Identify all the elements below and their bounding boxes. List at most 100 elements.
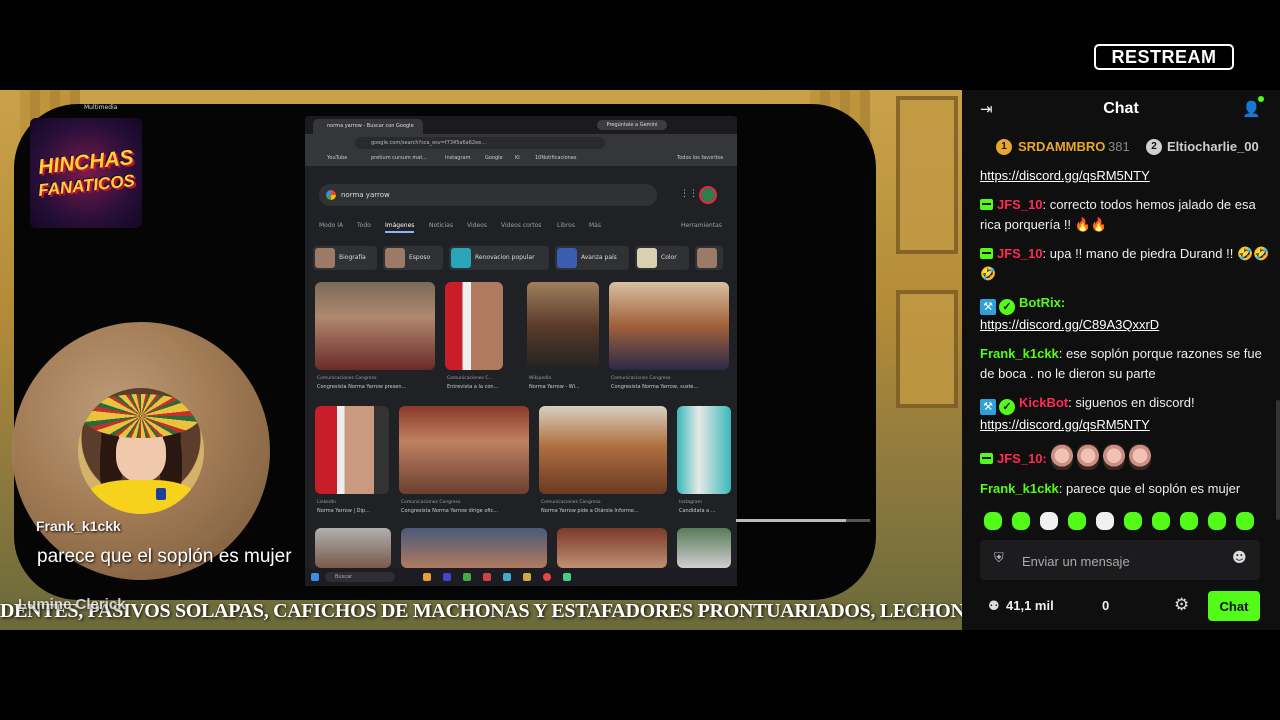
leaderboard-name[interactable]: Eltiocharlie_00 bbox=[1167, 139, 1259, 154]
result-title[interactable]: Congresista Norma Yarrow dirige ofic... bbox=[401, 508, 498, 514]
emote-icon[interactable] bbox=[1068, 512, 1086, 530]
chat-message: JFS_10: correcto todos hemos jalado de e… bbox=[980, 195, 1270, 235]
emote-icon[interactable] bbox=[1236, 512, 1254, 530]
emote-icon[interactable] bbox=[1096, 512, 1114, 530]
image-result[interactable] bbox=[315, 406, 389, 494]
leaderboard-name[interactable]: SRDAMMBRO bbox=[1018, 139, 1105, 154]
chat-header: ⇥ Chat 👤 bbox=[962, 90, 1280, 128]
chat-scrollbar[interactable] bbox=[1276, 400, 1280, 520]
image-result[interactable] bbox=[677, 406, 731, 494]
chat-username[interactable]: BotRix bbox=[1019, 295, 1061, 310]
chat-link[interactable]: https://discord.gg/qsRM5NTY bbox=[980, 168, 1150, 183]
secondary-count: 0 bbox=[1102, 598, 1110, 613]
smiley-icon[interactable]: ☻ bbox=[1232, 550, 1247, 566]
chat-text: : siguenos en discord! bbox=[1068, 395, 1195, 410]
result-title[interactable]: Congresista Norma Yarrow presen... bbox=[317, 384, 406, 390]
taskbar-app-icon[interactable] bbox=[423, 573, 431, 581]
emote-icon[interactable] bbox=[1180, 512, 1198, 530]
chat-message-input[interactable] bbox=[1020, 548, 1224, 574]
image-result[interactable] bbox=[539, 406, 667, 494]
chip-more[interactable] bbox=[695, 246, 723, 270]
settings-icon[interactable]: ⚙ bbox=[1174, 595, 1189, 615]
emote-icon[interactable] bbox=[1124, 512, 1142, 530]
chat-username[interactable]: JFS_10 bbox=[997, 451, 1043, 466]
users-icon[interactable]: 👤 bbox=[1242, 100, 1261, 118]
taskbar-app-icon[interactable] bbox=[483, 573, 491, 581]
subscriber-badge-icon bbox=[980, 453, 993, 464]
taskbar-app-icon[interactable] bbox=[563, 573, 571, 581]
image-result[interactable] bbox=[401, 528, 547, 568]
chat-username[interactable]: JFS_10 bbox=[997, 197, 1043, 212]
chip-color[interactable]: Color bbox=[635, 246, 689, 270]
bookmark-item[interactable]: Google bbox=[485, 155, 503, 161]
taskbar-search[interactable]: Buscar bbox=[325, 572, 395, 582]
result-source: Comunicaciones Congreso bbox=[401, 500, 461, 505]
image-result[interactable] bbox=[609, 282, 729, 370]
address-bar[interactable]: google.com/search?sca_esv=f7345a6a62ee..… bbox=[355, 137, 605, 149]
chat-username[interactable]: JFS_10 bbox=[997, 246, 1043, 261]
browser-tab-bar: norma yarrow - Buscar con Google Pregúnt… bbox=[305, 116, 737, 134]
chat-link[interactable]: https://discord.gg/C89A3QxxrD bbox=[980, 317, 1159, 332]
result-title[interactable]: Norma Yarrow - Wi... bbox=[529, 384, 580, 390]
filter-videos[interactable]: Videos bbox=[467, 222, 487, 229]
streamer-avatar bbox=[78, 388, 204, 514]
taskbar-app-icon[interactable] bbox=[443, 573, 451, 581]
emote-icon[interactable] bbox=[1012, 512, 1030, 530]
result-title[interactable]: Congresista Norma Yarrow, suste... bbox=[611, 384, 698, 390]
taskbar-app-icon[interactable] bbox=[503, 573, 511, 581]
send-chat-button[interactable]: Chat bbox=[1208, 591, 1260, 621]
emote-icon[interactable] bbox=[1040, 512, 1058, 530]
browser-window: norma yarrow - Buscar con Google Pregúnt… bbox=[305, 116, 737, 586]
image-result[interactable] bbox=[399, 406, 529, 494]
gemini-button[interactable]: Pregúntale a Gemini bbox=[597, 120, 667, 130]
result-title[interactable]: Norma Yarrow pide a Otárola Informe... bbox=[541, 508, 639, 514]
image-result[interactable] bbox=[677, 528, 731, 568]
bookmark-item[interactable]: pretium cursum mat... bbox=[371, 155, 427, 161]
chat-username[interactable]: Frank_k1ckk bbox=[980, 481, 1059, 496]
filter-todo[interactable]: Todo bbox=[357, 222, 371, 229]
taskbar-app-icon[interactable] bbox=[523, 573, 531, 581]
filter-mas[interactable]: Más bbox=[589, 222, 601, 229]
tools-button[interactable]: Herramientas bbox=[681, 222, 722, 229]
image-result[interactable] bbox=[557, 528, 667, 568]
filter-noticias[interactable]: Noticias bbox=[429, 222, 453, 229]
result-title[interactable]: Candidata a ... bbox=[679, 508, 716, 514]
apps-grid-icon[interactable]: ⋮⋮ bbox=[680, 189, 698, 199]
bookmark-item[interactable]: Instagram bbox=[445, 155, 470, 161]
image-result[interactable] bbox=[315, 528, 391, 568]
filter-imagenes[interactable]: Imágenes bbox=[385, 222, 415, 233]
google-search-box[interactable]: norma yarrow bbox=[319, 184, 657, 206]
chip-biografia[interactable]: Biografía bbox=[313, 246, 377, 270]
chat-username[interactable]: KickBot bbox=[1019, 395, 1068, 410]
image-result[interactable] bbox=[527, 282, 599, 370]
chip-renovacion-popular[interactable]: Renovacion popular bbox=[449, 246, 549, 270]
shield-icon[interactable]: ⛨ bbox=[994, 551, 1004, 566]
image-result[interactable] bbox=[315, 282, 435, 370]
bookmark-item[interactable]: 10Notificaciones bbox=[535, 155, 577, 161]
account-avatar[interactable] bbox=[699, 186, 717, 204]
filter-videos-cortos[interactable]: Videos cortos bbox=[501, 222, 541, 229]
chip-avanza-pais[interactable]: Avanza país bbox=[555, 246, 629, 270]
emote-icon[interactable] bbox=[984, 512, 1002, 530]
chip-esposo[interactable]: Esposo bbox=[383, 246, 443, 270]
google-icon bbox=[326, 190, 336, 200]
result-title[interactable]: Norma Yarrow | Dip... bbox=[317, 508, 370, 514]
bookmark-item[interactable]: YouTube bbox=[327, 155, 347, 161]
chat-username[interactable]: Frank_k1ckk bbox=[980, 346, 1059, 361]
chat-link[interactable]: https://discord.gg/qsRM5NTY bbox=[980, 417, 1150, 432]
browser-tab[interactable]: norma yarrow - Buscar con Google bbox=[313, 119, 423, 134]
filter-libros[interactable]: Libros bbox=[557, 222, 575, 229]
bookmark-item[interactable]: Todos los favoritos bbox=[677, 155, 723, 161]
chat-panel: ⇥ Chat 👤 1 SRDAMMBRO 381 2 Eltiocharlie_… bbox=[962, 90, 1280, 630]
chrome-icon[interactable] bbox=[543, 573, 551, 581]
windows-start-icon[interactable] bbox=[311, 573, 319, 581]
image-result[interactable] bbox=[445, 282, 503, 370]
chip-thumbnail bbox=[385, 248, 405, 268]
result-title[interactable]: Entrevista a la con... bbox=[447, 384, 498, 390]
bookmark-item[interactable]: Kl bbox=[515, 155, 520, 161]
emote-icon[interactable] bbox=[1208, 512, 1226, 530]
filter-modo-ia[interactable]: Modo IA bbox=[319, 222, 343, 229]
taskbar-app-icon[interactable] bbox=[463, 573, 471, 581]
leaderboard-points: 381 bbox=[1108, 139, 1130, 154]
emote-icon[interactable] bbox=[1152, 512, 1170, 530]
